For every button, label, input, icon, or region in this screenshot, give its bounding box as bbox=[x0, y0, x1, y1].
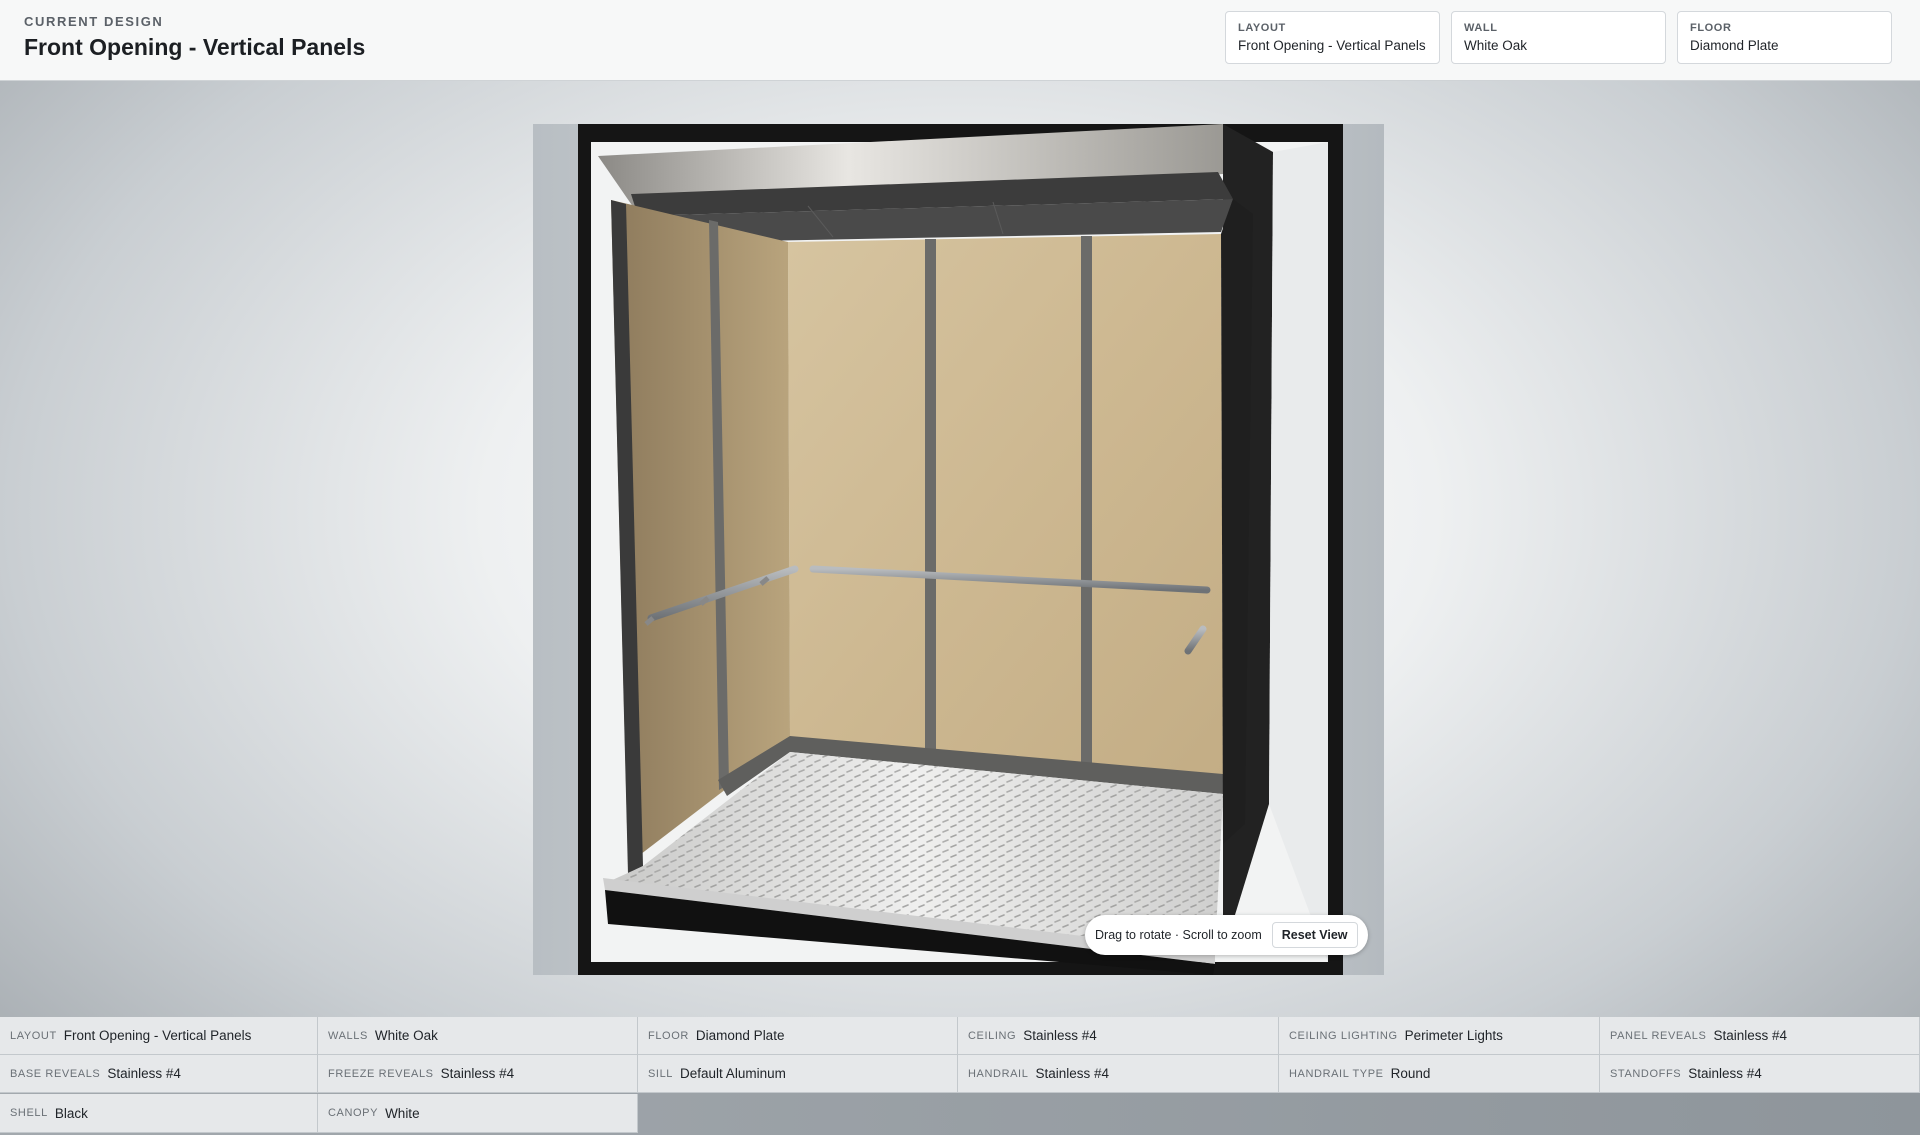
floor-chip: FLOOR Diamond Plate bbox=[1677, 11, 1892, 64]
spec-standoffs: STANDOFFS Stainless #4 bbox=[1600, 1055, 1920, 1093]
spec-value: White Oak bbox=[374, 1028, 438, 1043]
design-title: Front Opening - Vertical Panels bbox=[24, 34, 366, 60]
spec-value: Stainless #4 bbox=[1713, 1028, 1787, 1043]
spec-floor: FLOOR Diamond Plate bbox=[638, 1017, 958, 1055]
spec-walls: WALLS White Oak bbox=[318, 1017, 638, 1055]
spec-value: Stainless #4 bbox=[440, 1066, 515, 1081]
wall-chip: WALL White Oak bbox=[1451, 11, 1666, 64]
spec-value: White bbox=[385, 1105, 420, 1121]
chip-value: Diamond Plate bbox=[1690, 38, 1779, 53]
spec-table: LAYOUT Front Opening - Vertical Panels W… bbox=[0, 1017, 1920, 1135]
spec-value: Stainless #4 bbox=[1688, 1066, 1762, 1081]
chip-label: WALL bbox=[1464, 22, 1498, 34]
spec-label: BASE REVEALS bbox=[10, 1067, 101, 1080]
panel-reveal bbox=[925, 239, 936, 751]
spec-label: LAYOUT bbox=[10, 1029, 57, 1042]
spec-ceiling: CEILING Stainless #4 bbox=[958, 1017, 1279, 1055]
spec-layout: LAYOUT Front Opening - Vertical Panels bbox=[0, 1017, 318, 1055]
spec-label: HANDRAIL bbox=[968, 1067, 1029, 1080]
spec-canopy: CANOPY White bbox=[318, 1094, 638, 1133]
spec-label: CEILING bbox=[968, 1029, 1017, 1042]
spec-label: CEILING LIGHTING bbox=[1289, 1029, 1398, 1042]
chip-value: White Oak bbox=[1464, 38, 1528, 53]
spec-value: Stainless #4 bbox=[1035, 1066, 1109, 1081]
spec-ceiling-lighting: CEILING LIGHTING Perimeter Lights bbox=[1279, 1017, 1600, 1055]
viewer-hint-text: Drag to rotate · Scroll to zoom bbox=[1095, 928, 1262, 942]
spec-value: Diamond Plate bbox=[695, 1028, 785, 1043]
spec-freeze-reveals: FREEZE REVEALS Stainless #4 bbox=[318, 1055, 638, 1093]
spec-value: Round bbox=[1390, 1066, 1431, 1081]
back-wall bbox=[788, 234, 1223, 784]
spec-label: SHELL bbox=[10, 1107, 48, 1119]
design-header: CURRENT DESIGN Front Opening - Vertical … bbox=[0, 0, 1920, 81]
spec-label: CANOPY bbox=[328, 1107, 379, 1119]
spec-value: Front Opening - Vertical Panels bbox=[63, 1028, 252, 1043]
elevator-cab-render[interactable] bbox=[533, 124, 1384, 975]
elevator-3d-viewport[interactable] bbox=[533, 124, 1384, 975]
spec-label: WALLS bbox=[328, 1029, 368, 1042]
panel-reveal bbox=[1081, 236, 1092, 764]
spec-handrail-type: HANDRAIL TYPE Round bbox=[1279, 1055, 1600, 1093]
chip-label: LAYOUT bbox=[1238, 22, 1286, 34]
chip-value: Front Opening - Vertical Panels bbox=[1238, 38, 1426, 53]
header-eyebrow: CURRENT DESIGN bbox=[24, 14, 164, 29]
spec-label: HANDRAIL TYPE bbox=[1289, 1067, 1384, 1080]
spec-label: SILL bbox=[648, 1067, 674, 1080]
spec-value: Stainless #4 bbox=[107, 1066, 181, 1081]
chip-label: FLOOR bbox=[1690, 22, 1732, 34]
layout-chip: LAYOUT Front Opening - Vertical Panels bbox=[1225, 11, 1440, 64]
spec-value: Black bbox=[54, 1105, 88, 1121]
spec-panel-reveals: PANEL REVEALS Stainless #4 bbox=[1600, 1017, 1920, 1055]
spec-base-reveals: BASE REVEALS Stainless #4 bbox=[0, 1055, 318, 1093]
spec-value: Default Aluminum bbox=[680, 1066, 786, 1081]
spec-label: FREEZE REVEALS bbox=[328, 1067, 434, 1080]
viewer-hint: Drag to rotate · Scroll to zoom Reset Vi… bbox=[1085, 915, 1368, 955]
spec-label: FLOOR bbox=[648, 1029, 689, 1042]
spec-shell: SHELL Black bbox=[0, 1094, 318, 1133]
spec-value: Stainless #4 bbox=[1023, 1028, 1097, 1043]
spec-label: PANEL REVEALS bbox=[1610, 1029, 1707, 1042]
reset-view-button[interactable]: Reset View bbox=[1271, 922, 1358, 948]
spec-sill: SILL Default Aluminum bbox=[638, 1055, 958, 1093]
spec-value: Perimeter Lights bbox=[1404, 1028, 1503, 1043]
spec-label: STANDOFFS bbox=[1610, 1067, 1682, 1080]
spec-handrail: HANDRAIL Stainless #4 bbox=[958, 1055, 1279, 1093]
